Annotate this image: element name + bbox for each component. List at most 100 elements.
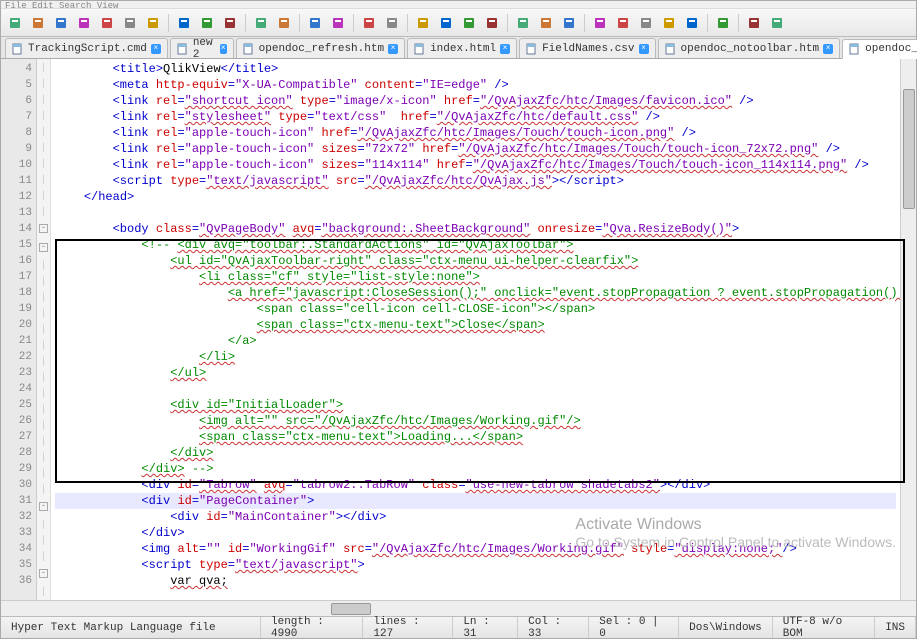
line-number: 22 <box>1 349 32 365</box>
replace-icon[interactable] <box>328 13 348 33</box>
zoom-in-icon[interactable] <box>359 13 379 33</box>
indent-guide-icon[interactable] <box>482 13 502 33</box>
code-line[interactable] <box>55 205 896 221</box>
play-icon[interactable] <box>613 13 633 33</box>
line-number: 21 <box>1 333 32 349</box>
redo-icon[interactable] <box>274 13 294 33</box>
repeat-icon[interactable] <box>659 13 679 33</box>
code-line[interactable]: </li> <box>55 349 896 365</box>
file-tab[interactable]: opendoc_notoolbar.htm× <box>842 39 917 59</box>
fold-toggle[interactable]: - <box>39 502 48 511</box>
new-file-icon[interactable] <box>5 13 25 33</box>
line-number: 24 <box>1 381 32 397</box>
code-line[interactable]: <img alt="" src="/QvAjaxZfc/htc/Images/W… <box>55 413 896 429</box>
save-icon[interactable] <box>51 13 71 33</box>
code-line[interactable]: <div id="InitialLoader"> <box>55 397 896 413</box>
code-line[interactable]: <div id="PageContainer"> <box>55 493 896 509</box>
fold-toggle[interactable]: - <box>39 243 48 252</box>
close-tab-icon[interactable]: × <box>639 44 649 54</box>
zoom-out-icon[interactable] <box>382 13 402 33</box>
close-tab-icon[interactable]: × <box>220 44 227 54</box>
whitespace-icon[interactable] <box>459 13 479 33</box>
line-number: 11 <box>1 173 32 189</box>
hide-lines-icon[interactable] <box>559 13 579 33</box>
undo-icon[interactable] <box>251 13 271 33</box>
open-icon[interactable] <box>28 13 48 33</box>
fold-guide: | <box>37 355 50 371</box>
code-line[interactable]: <span class="cell-icon cell-CLOSE-icon">… <box>55 301 896 317</box>
horizontal-scrollbar[interactable] <box>1 600 916 616</box>
code-line[interactable]: <span class="ctx-menu-text">Close</span> <box>55 317 896 333</box>
line-number: 29 <box>1 461 32 477</box>
close-tab-icon[interactable]: × <box>151 44 161 54</box>
code-line[interactable]: </a> <box>55 333 896 349</box>
code-line[interactable]: <link rel="apple-touch-icon" sizes="72x7… <box>55 141 896 157</box>
print-icon[interactable] <box>143 13 163 33</box>
record-icon[interactable] <box>590 13 610 33</box>
code-line[interactable]: <body class="QvPageBody" avq="background… <box>55 221 896 237</box>
code-line[interactable]: <link rel="apple-touch-icon" href="/QvAj… <box>55 125 896 141</box>
code-line[interactable]: <link rel="shortcut icon" type="image/x-… <box>55 93 896 109</box>
code-line[interactable]: </div> <box>55 525 896 541</box>
file-tab[interactable]: FieldNames.csv× <box>519 38 655 58</box>
fold-toggle[interactable]: - <box>39 569 48 578</box>
status-lines: lines : 127 <box>363 617 453 638</box>
code-line[interactable]: <img alt="" id="WorkingGif" src="/QvAjax… <box>55 541 896 557</box>
copy-icon[interactable] <box>197 13 217 33</box>
vscroll-thumb[interactable] <box>903 89 915 209</box>
code-line[interactable]: <title>QlikView</title> <box>55 61 896 77</box>
code-line[interactable]: <link rel="apple-touch-icon" sizes="114x… <box>55 157 896 173</box>
paste-icon[interactable] <box>220 13 240 33</box>
status-col: Col : 33 <box>518 617 589 638</box>
save-macro-icon[interactable] <box>682 13 702 33</box>
file-tab[interactable]: new 2× <box>170 38 234 58</box>
code-line[interactable]: <span class="ctx-menu-text">Loading...</… <box>55 429 896 445</box>
code-line[interactable]: </ul> <box>55 365 896 381</box>
find-icon[interactable] <box>305 13 325 33</box>
code-line[interactable]: </div> <box>55 445 896 461</box>
hscroll-thumb[interactable] <box>331 603 371 615</box>
wrap-icon[interactable] <box>436 13 456 33</box>
close-tab-icon[interactable]: × <box>823 44 833 54</box>
code-line[interactable]: <div id="Tabrow" avq="tabrow2:.TabRow" c… <box>55 477 896 493</box>
fold-guide: | <box>37 387 50 403</box>
close-all-icon[interactable] <box>120 13 140 33</box>
sync-icon[interactable] <box>413 13 433 33</box>
code-line[interactable]: <div id="MainContainer"></div> <box>55 509 896 525</box>
code-line[interactable]: <a href="javascript:CloseSession();" onc… <box>55 285 896 301</box>
file-tab[interactable]: opendoc_refresh.htm× <box>236 38 405 58</box>
code-line[interactable]: </div> --> <box>55 461 896 477</box>
function-list-icon[interactable] <box>767 13 787 33</box>
fold-toggle[interactable]: - <box>39 224 48 233</box>
spellcheck-icon[interactable] <box>713 13 733 33</box>
fold-guide: | <box>37 205 50 221</box>
code-line[interactable]: var qva; <box>55 573 896 589</box>
line-number: 32 <box>1 509 32 525</box>
file-tab[interactable]: index.html× <box>407 38 517 58</box>
fold-guide: | <box>37 435 50 451</box>
code-line[interactable]: <link rel="stylesheet" type="text/css" h… <box>55 109 896 125</box>
close-tab-icon[interactable]: × <box>388 44 398 54</box>
file-tab[interactable]: opendoc_notoolbar.htm× <box>658 38 841 58</box>
vertical-scrollbar[interactable] <box>900 59 916 600</box>
code-line[interactable] <box>55 381 896 397</box>
code-line[interactable]: <li class="cf" style="list-style:none"> <box>55 269 896 285</box>
stop-icon[interactable] <box>636 13 656 33</box>
code-line[interactable]: <script type="text/javascript"> <box>55 557 896 573</box>
save-all-icon[interactable] <box>74 13 94 33</box>
code-line[interactable]: <meta http-equiv="X-UA-Compatible" conte… <box>55 77 896 93</box>
unfold-icon[interactable] <box>536 13 556 33</box>
status-encoding: UTF-8 w/o BOM <box>773 617 875 638</box>
code-line[interactable]: <!-- <div avq="toolbar:.StandardActions"… <box>55 237 896 253</box>
code-line[interactable]: </head> <box>55 189 896 205</box>
code-line[interactable]: <ul id="QvAjaxToolbar-right" class="ctx-… <box>55 253 896 269</box>
fold-icon[interactable] <box>513 13 533 33</box>
code-view[interactable]: <title>QlikView</title> <meta http-equiv… <box>51 59 900 600</box>
doc-map-icon[interactable] <box>744 13 764 33</box>
code-line[interactable]: <script type="text/javascript" src="/QvA… <box>55 173 896 189</box>
close-tab-icon[interactable]: × <box>500 44 510 54</box>
file-tab[interactable]: TrackingScript.cmd× <box>5 38 168 58</box>
cut-icon[interactable] <box>174 13 194 33</box>
close-icon[interactable] <box>97 13 117 33</box>
status-eol: Dos\Windows <box>679 617 773 638</box>
